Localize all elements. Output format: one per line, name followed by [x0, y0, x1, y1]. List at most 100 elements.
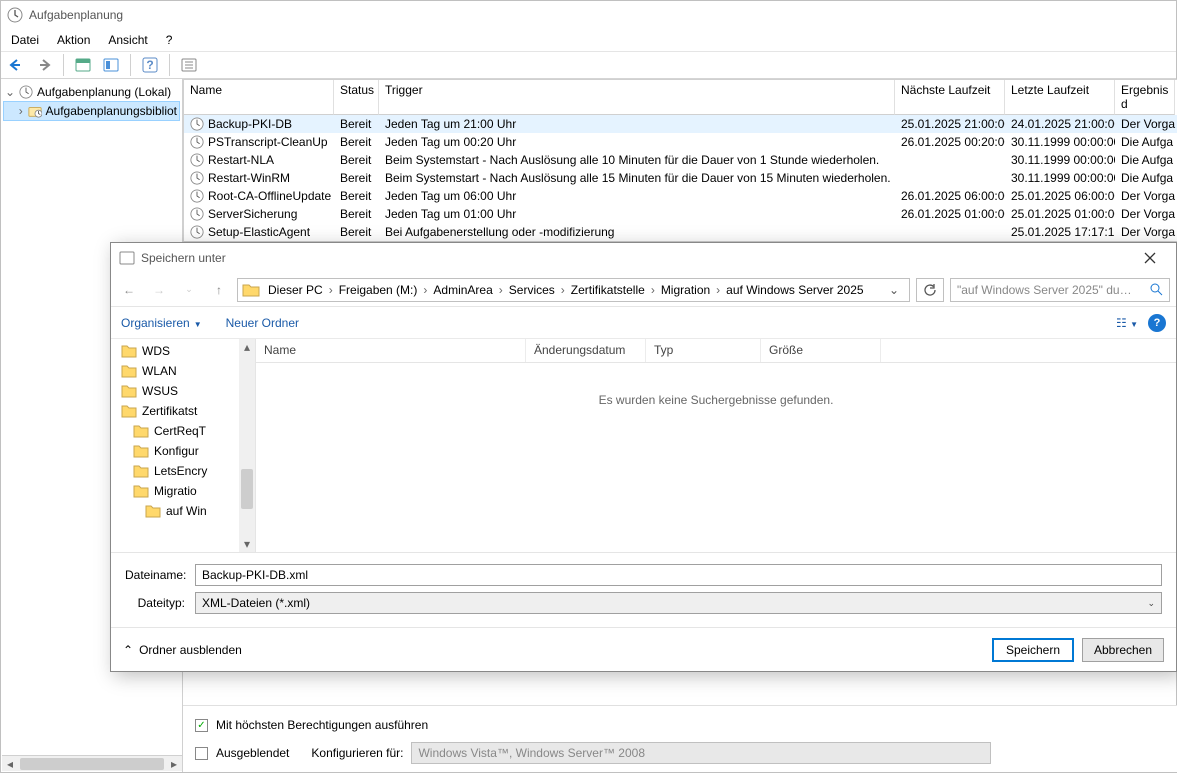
folder-icon — [121, 404, 137, 418]
task-row[interactable]: Backup-PKI-DBBereitJeden Tag um 21:00 Uh… — [184, 115, 1177, 133]
task-icon — [190, 171, 204, 185]
breadcrumb-dropdown-icon[interactable]: ⌄ — [883, 283, 905, 297]
col-list-name[interactable]: Name — [256, 339, 526, 362]
task-last: 24.01.2025 21:00:00 — [1005, 115, 1115, 133]
scroll-down-icon[interactable]: ▾ — [239, 536, 255, 552]
window-title: Aufgabenplanung — [29, 8, 123, 22]
folder-tree-item[interactable]: WSUS — [111, 381, 255, 401]
nav-forward-button[interactable] — [33, 54, 55, 76]
task-row[interactable]: ServerSicherungBereitJeden Tag um 01:00 … — [184, 205, 1177, 223]
menu-file[interactable]: Datei — [11, 33, 39, 47]
task-row[interactable]: Restart-NLABereitBeim Systemstart - Nach… — [184, 151, 1177, 169]
col-list-type[interactable]: Typ — [646, 339, 761, 362]
col-list-size[interactable]: Größe — [761, 339, 881, 362]
save-button[interactable]: Speichern — [992, 638, 1074, 662]
task-status: Bereit — [334, 151, 379, 169]
search-input[interactable]: "auf Windows Server 2025" du… — [950, 278, 1170, 302]
task-row[interactable]: Root-CA-OfflineUpdateBereitJeden Tag um … — [184, 187, 1177, 205]
tree-root[interactable]: ⌄ Aufgabenplanung (Lokal) — [3, 83, 180, 101]
task-trigger: Jeden Tag um 06:00 Uhr — [379, 187, 895, 205]
scroll-thumb[interactable] — [241, 469, 253, 509]
folder-label: WDS — [142, 344, 170, 358]
close-button[interactable] — [1132, 248, 1168, 268]
filename-input[interactable] — [195, 564, 1162, 586]
folder-tree-item[interactable]: Konfigur — [111, 441, 255, 461]
scroll-thumb[interactable] — [20, 758, 164, 770]
organize-button[interactable]: Organisieren▼ — [121, 316, 202, 330]
col-status[interactable]: Status — [334, 80, 379, 115]
view-options-button[interactable]: ☷ ▼ — [1116, 316, 1138, 330]
toolbar-button-1[interactable] — [72, 54, 94, 76]
breadcrumb-segment[interactable]: Freigaben (M:) — [335, 283, 422, 297]
breadcrumb-segment[interactable]: auf Windows Server 2025 — [722, 283, 867, 297]
window-titlebar: Aufgabenplanung — [1, 1, 1176, 29]
dialog-toolbar: Organisieren▼ Neuer Ordner ☷ ▼ ? — [111, 307, 1176, 339]
toolbar-button-3[interactable] — [178, 54, 200, 76]
col-last[interactable]: Letzte Laufzeit — [1005, 80, 1115, 115]
task-next: 26.01.2025 06:00:00 — [895, 187, 1005, 205]
breadcrumb-segment[interactable]: Migration — [657, 283, 714, 297]
breadcrumb-segment[interactable]: Zertifikatstelle — [567, 283, 649, 297]
breadcrumb-segment[interactable]: Services — [505, 283, 559, 297]
task-row[interactable]: PSTranscript-CleanUpBereitJeden Tag um 0… — [184, 133, 1177, 151]
folder-tree-item[interactable]: Zertifikatst — [111, 401, 255, 421]
nav-up-button[interactable]: ↑ — [207, 278, 231, 302]
folder-tree-item[interactable]: auf Win — [111, 501, 255, 521]
configure-for-dropdown[interactable]: Windows Vista™, Windows Server™ 2008 — [411, 742, 991, 764]
chevron-right-icon: › — [327, 283, 335, 297]
folder-tree-item[interactable]: CertReqT — [111, 421, 255, 441]
cancel-button[interactable]: Abbrechen — [1082, 638, 1164, 662]
folder-tree-item[interactable]: Migratio — [111, 481, 255, 501]
expand-icon[interactable]: › — [18, 104, 24, 118]
new-folder-button[interactable]: Neuer Ordner — [226, 316, 299, 330]
col-result[interactable]: Ergebnis d — [1115, 80, 1175, 115]
col-list-date[interactable]: Änderungsdatum — [526, 339, 646, 362]
task-name-text: Root-CA-OfflineUpdate — [208, 189, 331, 203]
menu-action[interactable]: Aktion — [57, 33, 90, 47]
folder-tree-item[interactable]: WLAN — [111, 361, 255, 381]
hide-folders-toggle[interactable]: ⌃ Ordner ausblenden — [123, 643, 242, 657]
expand-icon[interactable]: ⌄ — [5, 85, 15, 99]
tree-vertical-scrollbar[interactable]: ▴ ▾ — [239, 339, 255, 552]
dialog-folder-tree[interactable]: WDS WLANWSUSZertifikatstCertReqTKonfigurL… — [111, 339, 256, 552]
folder-icon — [121, 384, 137, 398]
checkbox-high-priv[interactable]: ✓ — [195, 719, 208, 732]
folder-tree-item[interactable]: LetsEncry — [111, 461, 255, 481]
refresh-button[interactable] — [916, 278, 944, 302]
scroll-up-icon[interactable]: ▴ — [239, 339, 255, 355]
task-result: Der Vorga — [1115, 115, 1177, 133]
task-row[interactable]: Setup-ElasticAgentBereitBei Aufgabenerst… — [184, 223, 1177, 241]
tree-library[interactable]: › Aufgabenplanungsbibliot — [3, 101, 180, 121]
col-trigger[interactable]: Trigger — [379, 80, 895, 115]
breadcrumb-segment[interactable]: Dieser PC — [264, 283, 327, 297]
help-button[interactable]: ? — [139, 54, 161, 76]
scroll-right-icon[interactable]: ▸ — [166, 756, 182, 772]
folder-tree-item[interactable]: WDS — [111, 341, 255, 361]
breadcrumb[interactable]: Dieser PC›Freigaben (M:)›AdminArea›Servi… — [237, 278, 910, 302]
task-status: Bereit — [334, 223, 379, 241]
col-name[interactable]: Name — [184, 80, 334, 115]
task-icon — [190, 225, 204, 239]
task-result: Die Aufga — [1115, 133, 1177, 151]
nav-back-button[interactable]: ← — [117, 278, 141, 302]
toolbar-button-2[interactable] — [100, 54, 122, 76]
col-next[interactable]: Nächste Laufzeit — [895, 80, 1005, 115]
dialog-navbar: ← → ⌄ ↑ Dieser PC›Freigaben (M:)›AdminAr… — [111, 273, 1176, 307]
menu-help[interactable]: ? — [166, 33, 173, 47]
help-icon[interactable]: ? — [1148, 314, 1166, 332]
separator — [130, 54, 131, 76]
menu-view[interactable]: Ansicht — [108, 33, 147, 47]
task-next: 26.01.2025 01:00:00 — [895, 205, 1005, 223]
task-status: Bereit — [334, 115, 379, 133]
breadcrumb-segment[interactable]: AdminArea — [429, 283, 496, 297]
tree-horizontal-scrollbar[interactable]: ◂ ▸ — [2, 755, 182, 771]
scroll-left-icon[interactable]: ◂ — [2, 756, 18, 772]
chevron-right-icon: › — [497, 283, 505, 297]
nav-recent-button[interactable]: ⌄ — [177, 278, 201, 302]
high-priv-row[interactable]: ✓ Mit höchsten Berechtigungen ausführen — [195, 714, 1166, 736]
filetype-dropdown[interactable]: XML-Dateien (*.xml) ⌄ — [195, 592, 1162, 614]
task-row[interactable]: Restart-WinRMBereitBeim Systemstart - Na… — [184, 169, 1177, 187]
task-result: Die Aufga — [1115, 169, 1177, 187]
nav-back-button[interactable] — [5, 54, 27, 76]
checkbox-hidden[interactable] — [195, 747, 208, 760]
